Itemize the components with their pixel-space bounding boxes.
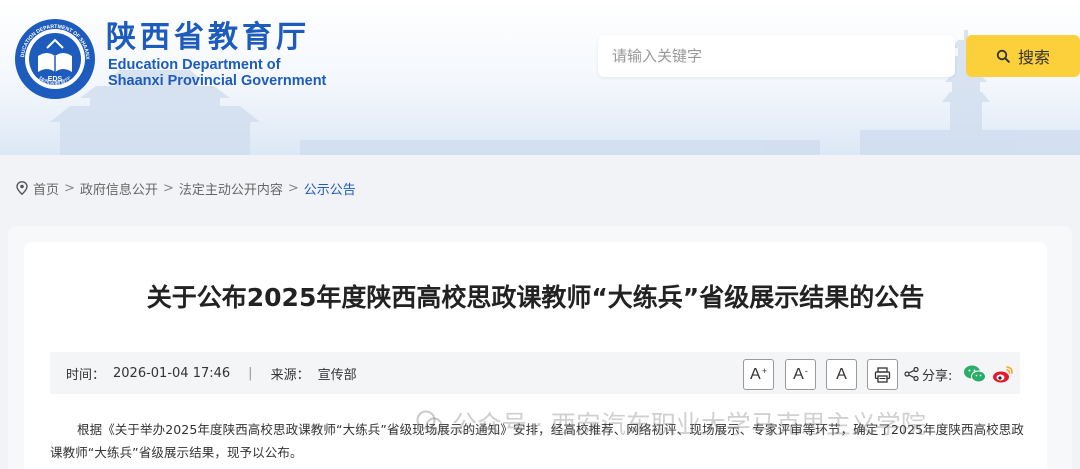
share-group: 分享: [904, 364, 952, 384]
article-body: 根据《关于举办2025年度陕西高校思政课教师“大练兵”省级现场展示的通知》安排，… [50, 422, 1024, 460]
svg-text:EDS: EDS [48, 76, 63, 83]
printer-icon [874, 366, 891, 383]
source-label: 来源： [270, 367, 310, 383]
org-name-en-line1: Education Department of [108, 57, 281, 73]
font-decrease-label: A [793, 365, 804, 383]
font-reset-label: A [836, 365, 847, 383]
search-button-label: 搜索 [1017, 48, 1050, 67]
weibo-icon[interactable] [992, 364, 1014, 384]
site-header: EDUCATION DEPARTMENT OF SHAANXI 陕西省教育厅 E… [0, 0, 1080, 155]
search-button[interactable]: 搜索 [966, 35, 1080, 77]
location-pin-icon [16, 181, 28, 195]
print-button[interactable] [867, 359, 898, 390]
font-decrease-sup: - [804, 365, 808, 376]
font-decrease-button[interactable]: A- [785, 359, 816, 390]
font-increase-button[interactable]: A + [743, 359, 774, 390]
org-name-cn: 陕西省教育厅 [106, 20, 310, 55]
breadcrumb-item-statutory[interactable]: 法定主动公开内容 [179, 179, 283, 198]
breadcrumb-separator: > [287, 180, 299, 196]
org-name-en-line2: Shaanxi Provincial Government [108, 73, 327, 89]
time-value: 2026-01-04 17:46 [113, 365, 231, 381]
org-name-en: Education Department of Shaanxi Provinci… [108, 57, 326, 89]
breadcrumb-item-notices[interactable]: 公示公告 [304, 179, 356, 198]
breadcrumb-separator: > [162, 180, 174, 196]
breadcrumb: 首页 > 政府信息公开 > 法定主动公开内容 > 公示公告 [16, 178, 356, 198]
font-increase-sup: + [761, 365, 767, 376]
search-input[interactable] [598, 35, 955, 77]
wechat-icon[interactable] [963, 364, 987, 384]
font-increase-label: A [750, 365, 761, 383]
font-reset-button[interactable]: A [826, 359, 857, 390]
eds-emblem-icon: EDUCATION DEPARTMENT OF SHAANXI 陕西省教育厅 E… [14, 18, 95, 99]
share-icon [904, 367, 919, 381]
meta-divider: | [248, 365, 253, 381]
breadcrumb-separator: > [64, 180, 75, 196]
source-value: 宣传部 [317, 367, 357, 383]
time-label: 时间： [66, 367, 106, 383]
share-label: 分享: [922, 368, 953, 384]
breadcrumb-item-gov-info[interactable]: 政府信息公开 [80, 179, 158, 198]
article-title: 关于公布2025年度陕西高校思政课教师“大练兵”省级展示结果的公告 [146, 283, 925, 312]
search-icon [996, 49, 1010, 63]
breadcrumb-item-home[interactable]: 首页 [33, 179, 59, 198]
